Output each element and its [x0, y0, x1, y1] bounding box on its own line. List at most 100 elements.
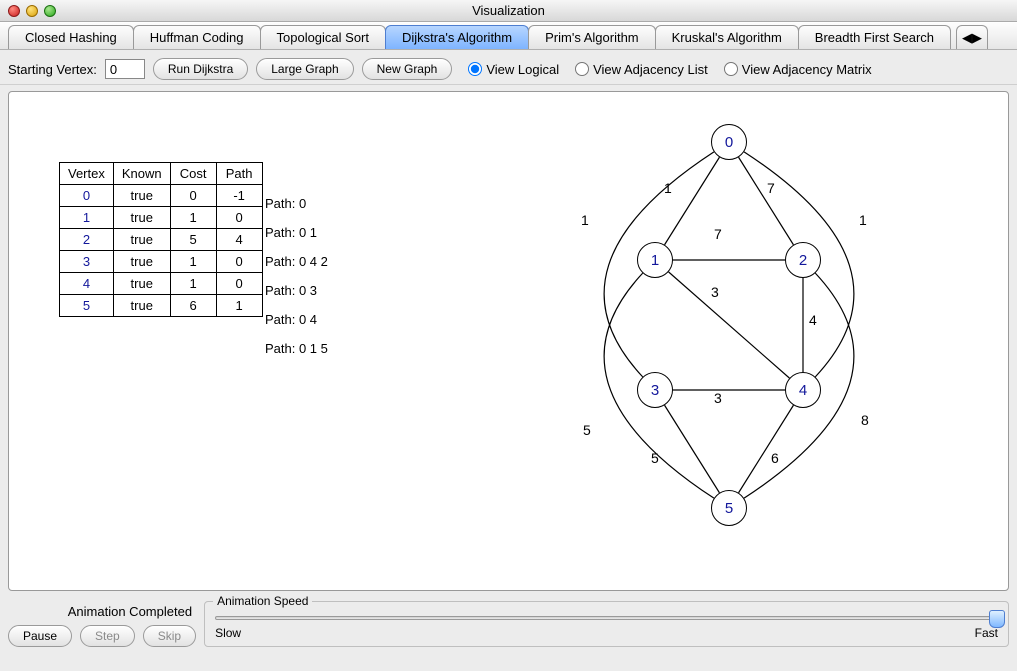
step-button[interactable]: Step	[80, 625, 135, 647]
cell-path: 0	[216, 207, 262, 229]
cell-path: -1	[216, 185, 262, 207]
cell-cost: 6	[170, 295, 216, 317]
edge-weight: 7	[714, 226, 722, 242]
col-vertex: Vertex	[60, 163, 114, 185]
cell-path: 0	[216, 251, 262, 273]
cell-cost: 5	[170, 229, 216, 251]
col-path: Path	[216, 163, 262, 185]
tab-overflow-button[interactable]: ◀▶	[956, 25, 988, 49]
edge-weight: 1	[859, 212, 867, 228]
table-row: 1true10	[60, 207, 263, 229]
col-known: Known	[113, 163, 170, 185]
cell-path: 0	[216, 273, 262, 295]
cell-known: true	[113, 251, 170, 273]
speed-fast-label: Fast	[975, 626, 998, 640]
tab-huffman-coding[interactable]: Huffman Coding	[133, 25, 261, 49]
view-adjacency-list-radio[interactable]: View Adjacency List	[575, 62, 708, 77]
edge-weight: 6	[771, 450, 779, 466]
tab-topological-sort[interactable]: Topological Sort	[260, 25, 387, 49]
graph-node-3: 3	[637, 372, 673, 408]
col-cost: Cost	[170, 163, 216, 185]
animation-speed-title: Animation Speed	[213, 594, 312, 608]
graph-diagram: 177343561158012345	[489, 102, 1009, 582]
animation-status: Animation Completed	[8, 604, 196, 619]
window-titlebar: Visualization	[0, 0, 1017, 22]
skip-button[interactable]: Skip	[143, 625, 196, 647]
view-adjacency-matrix-label: View Adjacency Matrix	[742, 62, 872, 77]
speed-slider-thumb[interactable]	[989, 610, 1005, 628]
edge-weight: 4	[809, 312, 817, 328]
tab-dijkstra-s-algorithm[interactable]: Dijkstra's Algorithm	[385, 25, 529, 49]
cell-path: 4	[216, 229, 262, 251]
graph-edges	[489, 102, 1009, 582]
zoom-icon[interactable]	[44, 5, 56, 17]
graph-node-1: 1	[637, 242, 673, 278]
cell-known: true	[113, 229, 170, 251]
cell-cost: 0	[170, 185, 216, 207]
graph-node-0: 0	[711, 124, 747, 160]
cell-known: true	[113, 207, 170, 229]
edge-weight: 3	[714, 390, 722, 406]
cell-vertex: 0	[60, 185, 114, 207]
cell-vertex: 5	[60, 295, 114, 317]
cell-known: true	[113, 185, 170, 207]
cell-cost: 1	[170, 273, 216, 295]
starting-vertex-label: Starting Vertex:	[8, 62, 97, 77]
path-text: Path: 0 4 2	[265, 247, 328, 276]
cell-known: true	[113, 273, 170, 295]
cell-vertex: 2	[60, 229, 114, 251]
tab-bar: Closed HashingHuffman CodingTopological …	[0, 22, 1017, 50]
cell-path: 1	[216, 295, 262, 317]
edge-weight: 8	[861, 412, 869, 428]
path-text: Path: 0 1	[265, 218, 328, 247]
cell-vertex: 1	[60, 207, 114, 229]
graph-node-2: 2	[785, 242, 821, 278]
tab-prim-s-algorithm[interactable]: Prim's Algorithm	[528, 25, 656, 49]
controls-toolbar: Starting Vertex: Run Dijkstra Large Grap…	[0, 50, 1017, 85]
window-controls	[8, 5, 56, 17]
results-table: Vertex Known Cost Path 0true0-11true102t…	[59, 162, 263, 317]
cell-cost: 1	[170, 251, 216, 273]
starting-vertex-input[interactable]	[105, 59, 145, 79]
edge-weight: 5	[651, 450, 659, 466]
new-graph-button[interactable]: New Graph	[362, 58, 453, 80]
cell-vertex: 4	[60, 273, 114, 295]
view-adjacency-matrix-radio[interactable]: View Adjacency Matrix	[724, 62, 872, 77]
speed-slider[interactable]	[215, 616, 998, 620]
table-row: 3true10	[60, 251, 263, 273]
path-text-column: Path: 0Path: 0 1Path: 0 4 2Path: 0 3Path…	[265, 189, 328, 363]
close-icon[interactable]	[8, 5, 20, 17]
speed-slow-label: Slow	[215, 626, 241, 640]
cell-vertex: 3	[60, 251, 114, 273]
edge-weight: 3	[711, 284, 719, 300]
pause-button[interactable]: Pause	[8, 625, 72, 647]
view-logical-label: View Logical	[486, 62, 559, 77]
graph-node-5: 5	[711, 490, 747, 526]
animation-speed-group: Animation Speed Slow Fast	[204, 601, 1009, 647]
footer-bar: Animation Completed Pause Step Skip Anim…	[0, 597, 1017, 657]
edge-weight: 1	[581, 212, 589, 228]
large-graph-button[interactable]: Large Graph	[256, 58, 353, 80]
view-logical-input[interactable]	[468, 62, 482, 76]
view-logical-radio[interactable]: View Logical	[468, 62, 559, 77]
table-row: 4true10	[60, 273, 263, 295]
tab-kruskal-s-algorithm[interactable]: Kruskal's Algorithm	[655, 25, 799, 49]
path-text: Path: 0 1 5	[265, 334, 328, 363]
path-text: Path: 0 4	[265, 305, 328, 334]
view-adjacency-list-input[interactable]	[575, 62, 589, 76]
run-dijkstra-button[interactable]: Run Dijkstra	[153, 58, 248, 80]
minimize-icon[interactable]	[26, 5, 38, 17]
tab-overflow-icon: ◀▶	[962, 30, 982, 46]
edge-weight: 7	[767, 180, 775, 196]
cell-known: true	[113, 295, 170, 317]
tab-breadth-first-search[interactable]: Breadth First Search	[798, 25, 951, 49]
edge-weight: 5	[583, 422, 591, 438]
edge-weight: 1	[664, 180, 672, 196]
window-title: Visualization	[0, 3, 1017, 18]
view-adjacency-list-label: View Adjacency List	[593, 62, 708, 77]
table-row: 2true54	[60, 229, 263, 251]
tab-closed-hashing[interactable]: Closed Hashing	[8, 25, 134, 49]
path-text: Path: 0	[265, 189, 328, 218]
view-adjacency-matrix-input[interactable]	[724, 62, 738, 76]
cell-cost: 1	[170, 207, 216, 229]
